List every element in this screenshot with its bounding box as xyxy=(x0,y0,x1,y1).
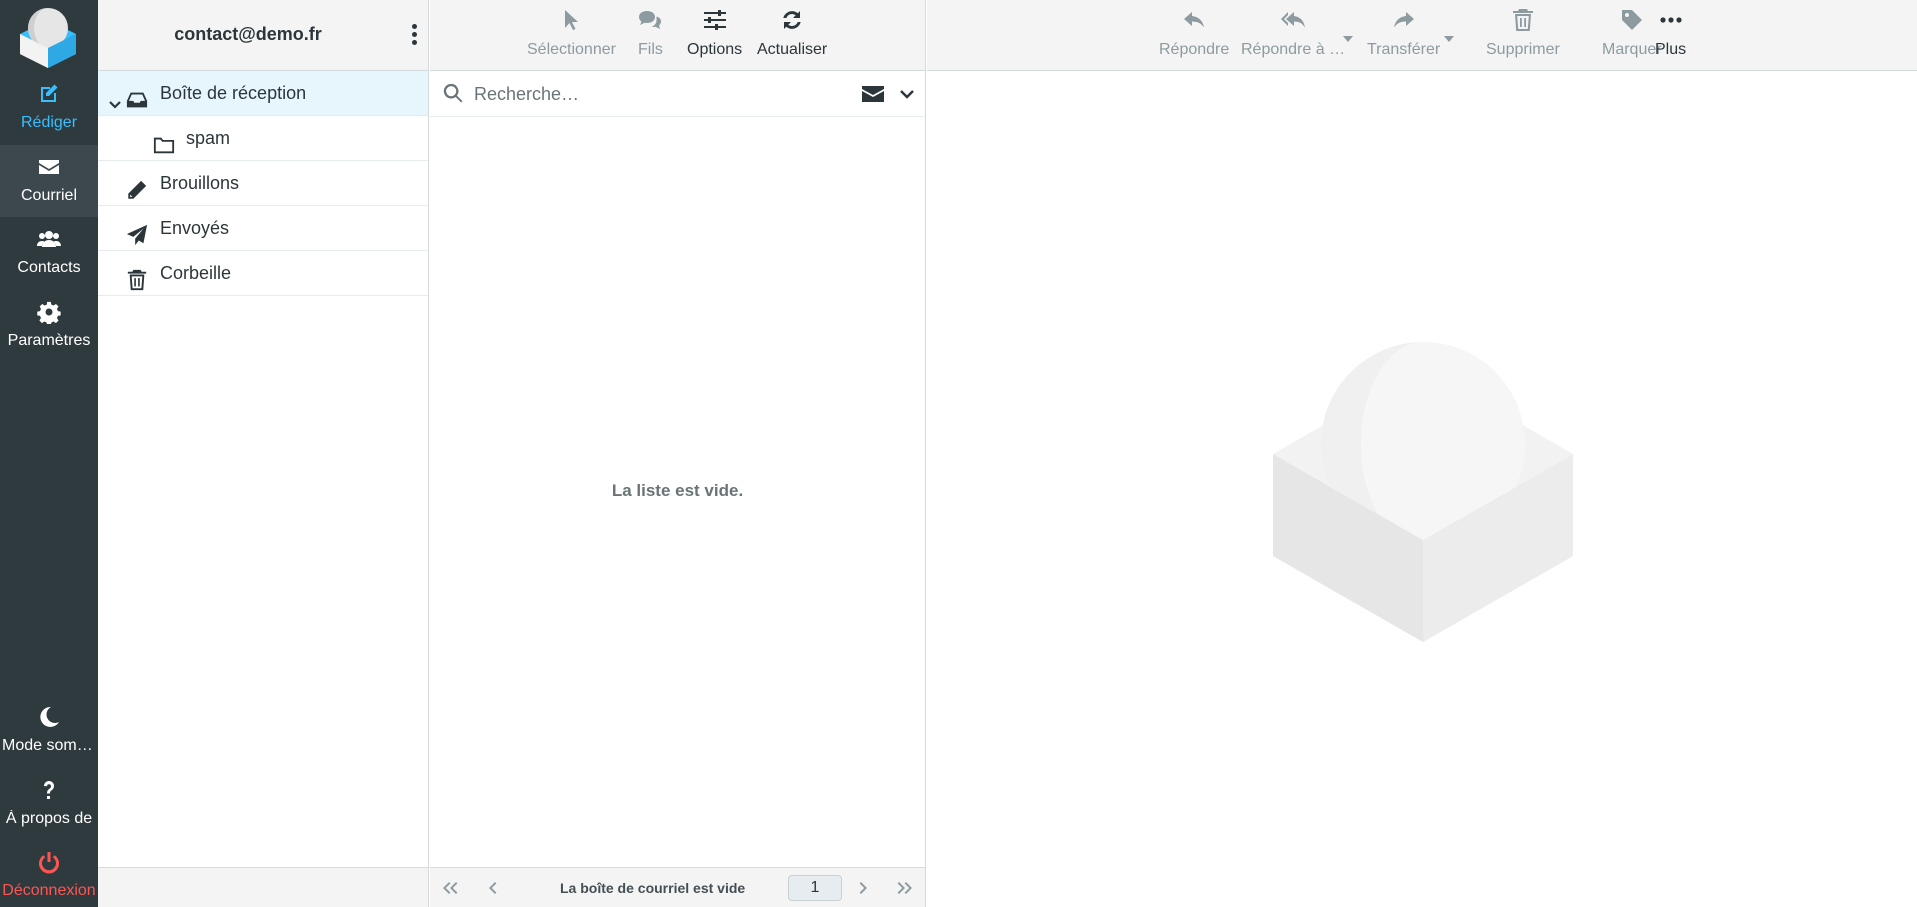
tag-icon xyxy=(1602,8,1662,36)
nav-contacts-label: Contacts xyxy=(17,259,81,276)
gear-icon xyxy=(0,300,98,326)
previous-page-icon[interactable] xyxy=(482,878,502,898)
message-list-pane: Sélectionner Fils Options Actualiser Rec… xyxy=(430,0,926,907)
folder-label: spam xyxy=(186,128,231,148)
nav-about[interactable]: À propos de xyxy=(0,768,98,840)
forward-label: Transférer xyxy=(1367,41,1441,58)
threads-button[interactable]: Fils xyxy=(638,8,663,59)
last-page-icon[interactable] xyxy=(895,878,915,898)
folder-label: Brouillons xyxy=(160,173,240,193)
refresh-icon xyxy=(757,8,827,36)
next-page-icon[interactable] xyxy=(854,878,874,898)
reply-label: Répondre xyxy=(1159,41,1230,58)
more-button[interactable]: Plus xyxy=(1655,8,1686,59)
options-button[interactable]: Options xyxy=(687,8,742,59)
select-button[interactable]: Sélectionner xyxy=(527,8,616,59)
envelope-filter-icon[interactable] xyxy=(861,84,885,104)
nav-logout-label: Déconnexion xyxy=(2,882,96,899)
nav-compose-label: Rédiger xyxy=(20,114,78,131)
roundcube-app: Rédiger Courriel Contacts Paramètres Mod xyxy=(0,0,1917,907)
select-label: Sélectionner xyxy=(527,41,616,58)
nav-about-label: À propos de xyxy=(5,810,93,827)
inbox-icon xyxy=(126,83,148,108)
envelope-icon xyxy=(0,155,98,181)
kebab-menu-icon[interactable] xyxy=(410,22,418,48)
nav-settings-label: Paramètres xyxy=(7,332,91,349)
folder-inbox[interactable]: Boîte de réception xyxy=(98,71,428,116)
more-label: Plus xyxy=(1655,41,1687,58)
nav-mail-label: Courriel xyxy=(20,187,77,204)
folder-sent[interactable]: Envoyés xyxy=(98,206,428,251)
nav-logout[interactable]: Déconnexion xyxy=(0,840,98,907)
cursor-icon xyxy=(527,8,616,36)
sliders-icon xyxy=(687,8,742,36)
first-page-icon[interactable] xyxy=(440,878,460,898)
delete-button[interactable]: Supprimer xyxy=(1486,8,1560,59)
nav-compose[interactable]: Rédiger xyxy=(0,72,98,144)
search-icon[interactable] xyxy=(442,82,466,106)
nav-settings[interactable]: Paramètres xyxy=(0,290,98,362)
search-bar xyxy=(430,71,925,117)
search-input[interactable] xyxy=(474,77,854,111)
folder-trash[interactable]: Corbeille xyxy=(98,251,428,296)
mark-button[interactable]: Marquer xyxy=(1602,8,1662,59)
ellipsis-icon xyxy=(1655,8,1686,36)
page-number[interactable]: 1 xyxy=(788,875,842,901)
empty-list-message: La liste est vide. xyxy=(611,481,744,500)
forward-icon xyxy=(1367,8,1440,36)
account-name: contact@demo.fr xyxy=(174,24,322,44)
nav-dark-mode[interactable]: Mode sombre xyxy=(0,695,98,767)
moon-icon xyxy=(0,705,98,731)
users-icon xyxy=(0,227,98,253)
forward-button[interactable]: Transférer xyxy=(1367,8,1440,59)
list-footer: La boîte de courriel est vide 1 xyxy=(430,867,925,907)
compose-icon xyxy=(0,82,98,108)
nav-mail[interactable]: Courriel xyxy=(0,145,98,217)
folders-pane: contact@demo.fr Boîte de réception spam … xyxy=(98,0,429,907)
list-toolbar: Sélectionner Fils Options Actualiser xyxy=(430,0,925,71)
folder-label: Corbeille xyxy=(160,263,232,283)
empty-content-watermark xyxy=(1273,342,1573,642)
delete-label: Supprimer xyxy=(1486,41,1560,58)
trash-icon xyxy=(126,263,148,291)
reply-all-icon xyxy=(1241,8,1345,36)
nav-contacts[interactable]: Contacts xyxy=(0,217,98,289)
folder-label: Envoyés xyxy=(160,218,230,238)
folder-label: Boîte de réception xyxy=(160,83,307,103)
nav-dark-mode-label: Mode sombre xyxy=(2,737,98,754)
main-nav: Rédiger Courriel Contacts Paramètres Mod xyxy=(0,0,98,907)
reply-all-label: Répondre à … xyxy=(1241,41,1346,58)
folders-header: contact@demo.fr xyxy=(98,0,428,71)
forward-dropdown-icon[interactable] xyxy=(1443,30,1455,42)
folder-drafts[interactable]: Brouillons xyxy=(98,161,428,206)
threads-label: Fils xyxy=(638,41,663,58)
message-content-pane: Répondre Répondre à … Transférer Supprim… xyxy=(927,0,1917,907)
reply-button[interactable]: Répondre xyxy=(1159,8,1229,59)
reply-all-dropdown-icon[interactable] xyxy=(1342,30,1354,42)
refresh-button[interactable]: Actualiser xyxy=(757,8,827,59)
message-toolbar: Répondre Répondre à … Transférer Supprim… xyxy=(927,0,1917,71)
folders-footer xyxy=(98,867,428,907)
options-label: Options xyxy=(687,41,743,58)
mark-label: Marquer xyxy=(1602,41,1662,58)
folder-spam[interactable]: spam xyxy=(98,116,428,161)
mailbox-count-text: La boîte de courriel est vide xyxy=(560,880,746,896)
power-icon xyxy=(0,850,98,876)
paper-plane-icon xyxy=(126,218,148,246)
chevron-down-icon[interactable] xyxy=(897,84,917,104)
chevron-down-icon[interactable] xyxy=(108,84,122,109)
trash-icon xyxy=(1486,8,1560,36)
pencil-icon xyxy=(126,173,148,199)
question-icon xyxy=(0,778,98,804)
refresh-label: Actualiser xyxy=(757,41,828,58)
reply-icon xyxy=(1159,8,1229,36)
app-logo[interactable] xyxy=(14,4,82,68)
folder-icon xyxy=(153,128,175,154)
comments-icon xyxy=(638,8,663,36)
reply-all-button[interactable]: Répondre à … xyxy=(1241,8,1345,59)
